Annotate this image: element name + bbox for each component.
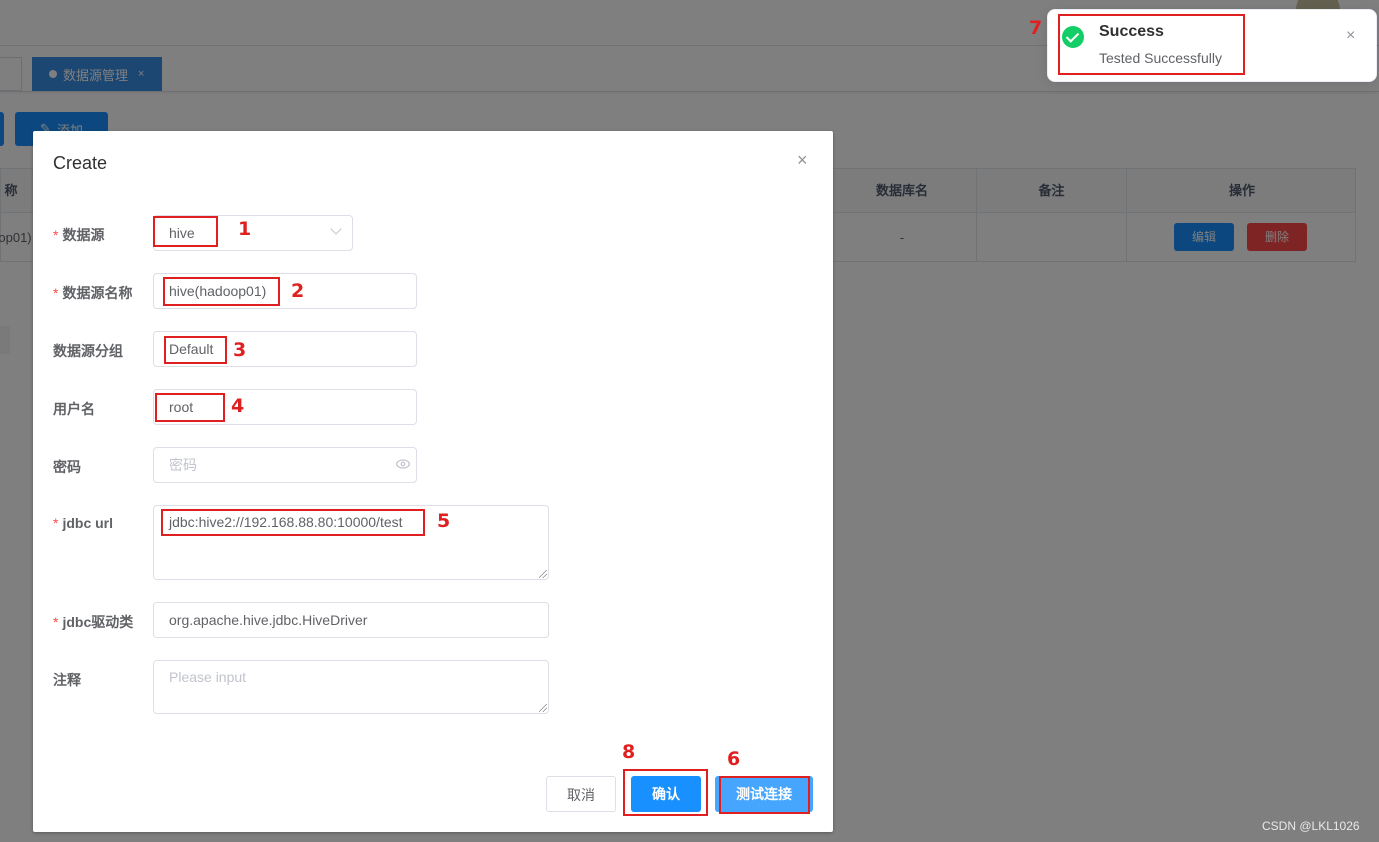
password-input[interactable]: 密码 (153, 447, 417, 483)
annotation-number-6: 6 (727, 748, 741, 770)
annotation-box-2 (163, 277, 280, 306)
annotation-number-2: 2 (291, 280, 305, 302)
annotation-number-1: 1 (238, 218, 252, 240)
annotation-number-5: 5 (437, 510, 451, 532)
resize-handle-icon[interactable] (539, 570, 547, 578)
comment-placeholder: Please input (169, 669, 247, 685)
username-label: 用户名 (53, 401, 95, 417)
jdbc-url-label: * jdbc url (53, 515, 114, 531)
resize-handle-icon[interactable] (539, 704, 547, 712)
comment-textarea[interactable]: Please input (153, 660, 549, 714)
password-label: 密码 (53, 459, 81, 475)
cancel-button[interactable]: 取消 (546, 776, 616, 812)
dialog-title: Create (53, 153, 108, 173)
annotation-box-6 (719, 776, 810, 814)
password-placeholder: 密码 (169, 457, 197, 473)
annotation-box-3 (164, 336, 227, 364)
annotation-number-3: 3 (233, 339, 247, 361)
annotation-number-7: 7 (1029, 17, 1043, 39)
jdbc-driver-label: * jdbc驱动类 (53, 614, 134, 630)
annotation-box-7 (1058, 14, 1245, 75)
comment-label: 注释 (53, 672, 81, 688)
close-icon[interactable]: × (797, 151, 808, 169)
datasource-group-label: 数据源分组 (53, 343, 123, 359)
annotation-box-4 (155, 393, 225, 422)
watermark: CSDN @LKL1026 (1262, 819, 1360, 833)
annotation-box-1 (153, 216, 218, 247)
annotation-number-4: 4 (231, 395, 245, 417)
annotation-number-8: 8 (622, 741, 636, 763)
datasource-label: * 数据源 (53, 227, 105, 243)
annotation-box-8 (623, 769, 708, 816)
chevron-down-icon (330, 223, 342, 235)
eye-icon[interactable] (396, 459, 410, 469)
jdbc-driver-value: org.apache.hive.jdbc.HiveDriver (169, 612, 368, 628)
datasource-name-label: * 数据源名称 (53, 285, 133, 301)
annotation-box-5 (161, 509, 425, 536)
close-icon[interactable]: × (1346, 27, 1355, 45)
jdbc-driver-input[interactable]: org.apache.hive.jdbc.HiveDriver (153, 602, 549, 638)
